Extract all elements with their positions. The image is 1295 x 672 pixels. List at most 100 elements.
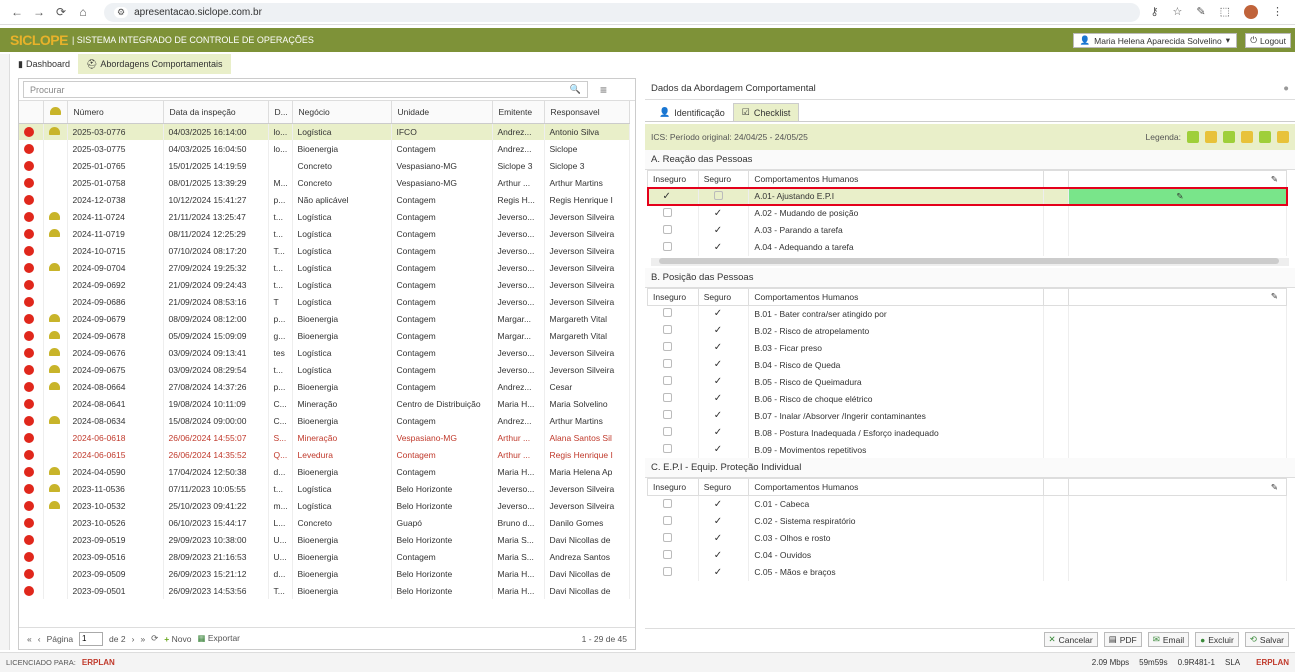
- inseguro-checkbox[interactable]: [647, 390, 699, 407]
- edit-cell[interactable]: [1068, 390, 1288, 407]
- table-row[interactable]: 2024-08-0664 27/08/2024 14:37:26 p... Bioen…: [19, 378, 630, 395]
- seguro-checkbox[interactable]: ✓: [698, 373, 750, 390]
- col-responsavel[interactable]: Responsavel: [544, 101, 630, 124]
- table-row[interactable]: 2023-09-0516 28/09/2023 21:16:53 U... Bioen…: [19, 548, 630, 565]
- seguro-checkbox[interactable]: ✓: [698, 512, 750, 530]
- seguro-checkbox[interactable]: ✓: [698, 390, 750, 407]
- email-button[interactable]: ✉ Email: [1147, 632, 1190, 647]
- inseguro-checkbox[interactable]: [647, 441, 699, 458]
- export-button[interactable]: ▦ Exportar: [197, 633, 240, 644]
- table-row[interactable]: 2024-09-0704 27/09/2024 19:25:32 t... Logís…: [19, 259, 630, 276]
- seguro-checkbox[interactable]: ✓: [698, 529, 750, 547]
- inseguro-checkbox[interactable]: [647, 356, 699, 373]
- col-status[interactable]: [19, 101, 44, 124]
- table-row[interactable]: 2024-09-0675 03/09/2024 08:29:54 t... Logís…: [19, 361, 630, 378]
- edit-cell[interactable]: [1068, 238, 1288, 256]
- table-row[interactable]: 2024-09-0692 21/09/2024 09:24:43 t... Logís…: [19, 276, 630, 293]
- edit-icon[interactable]: ✎: [1271, 291, 1278, 301]
- table-row[interactable]: 2024-09-0679 08/09/2024 08:12:00 p... Bioen…: [19, 310, 630, 327]
- table-row[interactable]: 2023-09-0501 26/09/2023 14:53:56 T... Bioen…: [19, 582, 630, 599]
- col-emitente[interactable]: Emitente: [492, 101, 545, 124]
- seguro-checkbox[interactable]: ✓: [698, 546, 750, 564]
- inseguro-checkbox[interactable]: [647, 373, 699, 390]
- seguro-checkbox[interactable]: ✓: [698, 441, 750, 458]
- table-row[interactable]: 2024-08-0634 15/08/2024 09:00:00 C... Bioen…: [19, 412, 630, 429]
- refresh-icon[interactable]: ⟳: [151, 633, 158, 644]
- forward-icon[interactable]: →: [28, 5, 50, 19]
- address-bar[interactable]: ⚙ apresentacao.siclope.com.br: [104, 2, 1141, 22]
- next-page-icon[interactable]: ›: [132, 634, 135, 644]
- seguro-checkbox[interactable]: ✓: [698, 356, 750, 373]
- col-negocio[interactable]: Negócio: [292, 101, 392, 124]
- new-button[interactable]: + Novo: [164, 634, 191, 644]
- seguro-checkbox[interactable]: ✓: [698, 204, 750, 222]
- edit-cell[interactable]: [1068, 546, 1288, 564]
- col-type[interactable]: [43, 101, 68, 124]
- page-input[interactable]: [79, 631, 104, 646]
- delete-button[interactable]: ● Excluir: [1195, 632, 1239, 647]
- tab-dashboard[interactable]: ▮ Dashboard: [10, 54, 78, 74]
- pen-icon[interactable]: ✎: [1196, 5, 1205, 19]
- inseguro-checkbox[interactable]: [647, 512, 699, 530]
- side-menu-toggle[interactable]: [0, 54, 10, 650]
- list-menu-icon[interactable]: ≡: [600, 83, 607, 97]
- pdf-button[interactable]: ▤ PDF: [1103, 632, 1142, 647]
- seguro-checkbox[interactable]: ✓: [698, 322, 750, 339]
- profile-avatar[interactable]: [1244, 5, 1258, 19]
- seguro-checkbox[interactable]: [698, 187, 750, 205]
- inseguro-checkbox[interactable]: [647, 424, 699, 441]
- inseguro-checkbox[interactable]: [647, 322, 699, 339]
- table-row[interactable]: 2023-10-0526 06/10/2023 15:44:17 L... Concr…: [19, 514, 630, 531]
- logout-button[interactable]: ⏻ Logout: [1245, 33, 1291, 48]
- edit-cell[interactable]: [1068, 305, 1288, 322]
- search-icon[interactable]: 🔍: [570, 84, 581, 95]
- save-button[interactable]: ⟲ Salvar: [1244, 632, 1289, 647]
- seguro-checkbox[interactable]: ✓: [698, 238, 750, 256]
- back-icon[interactable]: ←: [6, 5, 28, 19]
- table-row[interactable]: 2024-09-0686 21/09/2024 08:53:16 T Logístic…: [19, 293, 630, 310]
- edit-cell[interactable]: [1068, 356, 1288, 373]
- table-row[interactable]: 2024-08-0641 19/08/2024 10:11:09 C... Miner…: [19, 395, 630, 412]
- cancel-button[interactable]: ✕ Cancelar: [1043, 632, 1098, 647]
- key-icon[interactable]: ⚷: [1150, 5, 1158, 19]
- table-row[interactable]: 2024-09-0678 05/09/2024 15:09:09 g... Bioen…: [19, 327, 630, 344]
- col-unidade[interactable]: Unidade: [391, 101, 493, 124]
- table-row[interactable]: 2024-06-0618 26/06/2024 14:55:07 S... Miner…: [19, 429, 630, 446]
- seguro-checkbox[interactable]: ✓: [698, 563, 750, 581]
- star-icon[interactable]: ☆: [1173, 5, 1183, 19]
- table-row[interactable]: 2025-03-0776 04/03/2025 16:14:00 lo... Logí…: [19, 123, 630, 140]
- table-row[interactable]: 2024-04-0590 17/04/2024 12:50:38 d... Bioen…: [19, 463, 630, 480]
- prev-page-icon[interactable]: ‹: [38, 634, 41, 644]
- first-page-icon[interactable]: «: [27, 634, 32, 644]
- last-page-icon[interactable]: »: [140, 634, 145, 644]
- table-row[interactable]: 2024-09-0676 03/09/2024 09:13:41 tes Logíst…: [19, 344, 630, 361]
- site-info-icon[interactable]: ⚙: [114, 6, 129, 18]
- edit-cell[interactable]: [1068, 529, 1288, 547]
- table-row[interactable]: 2024-06-0615 26/06/2024 14:35:52 Q... Leved…: [19, 446, 630, 463]
- edit-icon[interactable]: ✎: [1271, 174, 1278, 184]
- extensions-icon[interactable]: ⬚: [1220, 5, 1230, 19]
- tab-checklist[interactable]: ☑ Checklist: [732, 103, 800, 121]
- edit-cell[interactable]: [1068, 563, 1288, 581]
- seguro-checkbox[interactable]: ✓: [698, 407, 750, 424]
- edit-cell[interactable]: [1068, 339, 1288, 356]
- table-row[interactable]: 2024-11-0724 21/11/2024 13:25:47 t... Logís…: [19, 208, 630, 225]
- col-d[interactable]: D...: [268, 101, 293, 124]
- table-row[interactable]: 2023-11-0536 07/11/2023 10:05:55 t... Logís…: [19, 480, 630, 497]
- inseguro-checkbox[interactable]: [647, 407, 699, 424]
- scroll-thumb[interactable]: [659, 257, 1279, 264]
- edit-cell[interactable]: [1068, 495, 1288, 513]
- inseguro-checkbox[interactable]: [647, 305, 699, 322]
- tab-abordagens[interactable]: ⛑ Abordagens Comportamentais: [77, 54, 231, 74]
- inseguro-checkbox[interactable]: [647, 495, 699, 513]
- table-row[interactable]: 2024-11-0719 08/11/2024 12:25:29 t... Logís…: [19, 225, 630, 242]
- table-row[interactable]: 2025-03-0775 04/03/2025 16:04:50 lo... Bioe…: [19, 140, 630, 157]
- collapse-icon[interactable]: ●: [1283, 83, 1289, 94]
- tab-identificacao[interactable]: 👤 Identificação: [651, 104, 733, 121]
- seguro-checkbox[interactable]: ✓: [698, 221, 750, 239]
- home-icon[interactable]: ⌂: [72, 5, 94, 19]
- table-row[interactable]: 2023-09-0519 29/09/2023 10:38:00 U... Bioen…: [19, 531, 630, 548]
- table-row[interactable]: 2025-01-0758 08/01/2025 13:39:29 M... Concr…: [19, 174, 630, 191]
- seguro-checkbox[interactable]: ✓: [698, 305, 750, 322]
- edit-cell[interactable]: ✎: [1068, 187, 1288, 205]
